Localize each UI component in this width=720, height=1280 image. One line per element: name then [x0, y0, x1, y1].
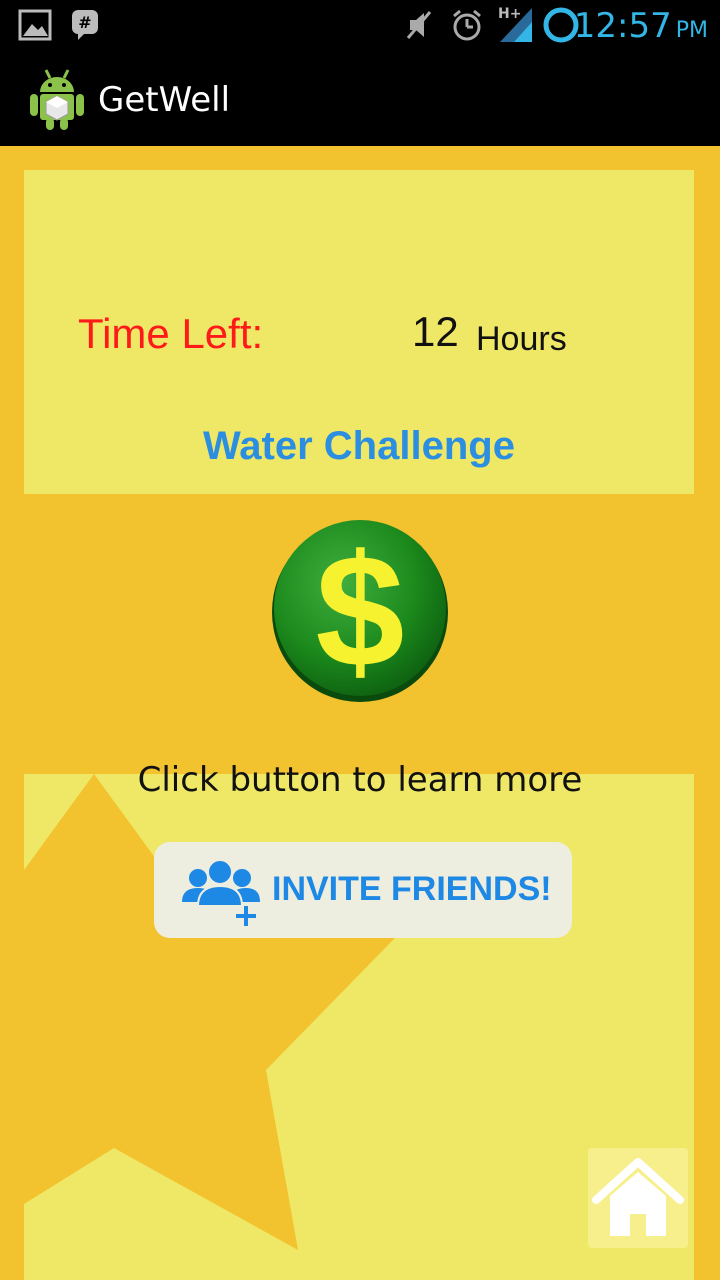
alarm-icon — [450, 8, 484, 47]
clock-time: 12:57 — [573, 6, 672, 46]
time-left-unit: Hours — [476, 320, 567, 358]
mute-icon — [404, 8, 434, 47]
home-icon — [588, 1158, 688, 1252]
clock-ampm: PM — [675, 18, 708, 43]
add-friends-icon — [180, 856, 264, 931]
signal-icon: H+ — [498, 4, 534, 49]
clock: 12:57 PM — [574, 6, 708, 46]
svg-text:#: # — [78, 13, 91, 32]
invite-friends-label: INVITE FRIENDS! — [272, 870, 552, 908]
home-button[interactable] — [588, 1148, 688, 1248]
network-type-label: H+ — [498, 6, 521, 22]
invite-friends-button[interactable]: INVITE FRIENDS! — [154, 842, 572, 938]
app-title: GetWell — [98, 80, 231, 120]
dollar-coin-button[interactable]: $ — [270, 516, 450, 711]
hint-text: Click button to learn more — [137, 760, 583, 800]
status-bar: # H+ 12:57 PM — [0, 0, 720, 52]
time-left-label: Time Left: — [78, 310, 264, 357]
gallery-icon — [18, 8, 52, 47]
android-robot-icon[interactable] — [26, 66, 88, 137]
challenge-title: Water Challenge — [203, 424, 515, 468]
messenger-icon: # — [70, 8, 100, 47]
action-bar: GetWell — [0, 52, 720, 146]
main-content: Time Left: 12 Hours Water Challenge $ Cl… — [0, 146, 720, 1280]
challenge-panel: Time Left: 12 Hours Water Challenge — [24, 170, 694, 494]
time-left-value: 12 — [412, 308, 459, 355]
svg-text:$: $ — [316, 521, 405, 700]
